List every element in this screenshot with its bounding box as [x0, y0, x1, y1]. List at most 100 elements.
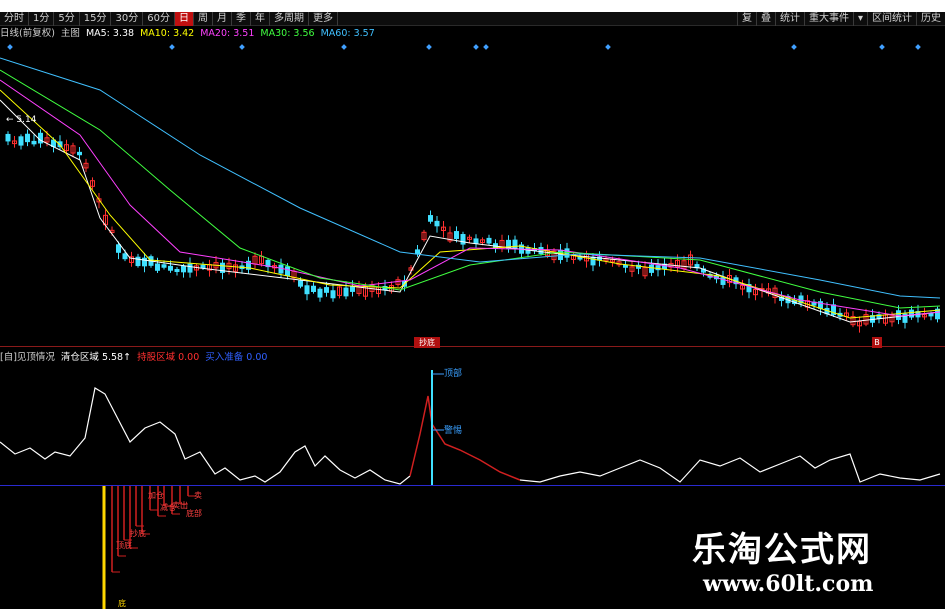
right-tools: 复叠统计 重大事件 ▾ 区间统计 历史 — [736, 12, 945, 26]
window-top-strip — [0, 0, 945, 12]
toolbar-button[interactable]: 重大事件 — [803, 12, 853, 26]
watermark-url: www.60lt.com — [703, 571, 874, 597]
candle — [304, 285, 310, 295]
signal-bar-label: 底部 — [186, 508, 202, 518]
candle — [5, 133, 11, 142]
candle — [415, 249, 420, 255]
signal-bar-label: 顶底 — [116, 540, 132, 550]
bottom-signal-flag: 抄底 — [414, 337, 440, 348]
candle — [512, 239, 518, 250]
indicator-line — [519, 453, 941, 483]
event-marker — [605, 44, 611, 50]
period-tab[interactable]: 周 — [194, 11, 213, 26]
candle — [343, 287, 349, 297]
panel-separator-1 — [0, 346, 945, 347]
ma-line — [0, 89, 941, 319]
signal-bar-label: 卖 — [194, 491, 202, 500]
indicator-chart[interactable] — [0, 364, 945, 485]
period-tab[interactable]: 年 — [251, 11, 270, 26]
candle — [909, 309, 914, 318]
event-markers-row — [7, 44, 921, 50]
period-tab[interactable]: 30分 — [111, 11, 144, 26]
event-marker — [239, 44, 245, 50]
ma-line — [0, 57, 941, 299]
candle — [473, 238, 479, 244]
candle — [38, 132, 43, 144]
candle — [454, 231, 459, 239]
ma-legend-item: MA10: 3.42 — [140, 28, 195, 39]
event-marker — [169, 44, 175, 50]
toolbar-button[interactable]: 复 — [736, 12, 756, 26]
candle — [564, 248, 570, 258]
toolbar-button[interactable]: 区间统计 — [867, 12, 916, 26]
indicator-legend-item: 买入准备 0.00 — [205, 352, 268, 363]
period-tab[interactable]: 多周期 — [270, 11, 309, 26]
period-tab[interactable]: 日 — [174, 11, 194, 26]
high-price-marker: ← 5.14 — [6, 115, 37, 125]
toolbar-button[interactable]: 历史 — [916, 12, 945, 26]
candle — [928, 313, 934, 317]
ma-legend: 日线(前复权) 主图 MA5: 3.38 MA10: 3.42 MA20: 3.51… — [0, 28, 375, 40]
event-marker — [791, 44, 797, 50]
candlestick-chart[interactable]: ← 5.14 — [0, 40, 945, 342]
period-tab[interactable]: 更多 — [309, 11, 338, 26]
candle — [311, 285, 316, 292]
candle — [324, 287, 329, 293]
toolbar-button[interactable]: ▾ — [852, 12, 867, 26]
period-tab[interactable]: 季 — [232, 11, 251, 26]
candle — [330, 290, 336, 299]
indicator-line — [0, 387, 411, 485]
ma-legend-item: MA30: 3.56 — [260, 28, 315, 39]
indicator-legend: [自]见顶情况 清仓区域 5.58↑ 持股区域 0.00 买入准备 0.00 — [0, 352, 267, 364]
toolbar-button[interactable]: 叠 — [755, 12, 775, 26]
indicator-title: [自]见顶情况 — [0, 352, 55, 363]
candle — [161, 264, 167, 268]
candle — [278, 264, 284, 274]
toolbar-button[interactable]: 统计 — [774, 12, 804, 26]
period-tabs: 分时 1分 5分 15分 30分 60分日周月季年多周期 更多 — [0, 11, 338, 26]
candle — [187, 263, 193, 273]
candle — [590, 256, 596, 266]
candle — [434, 220, 440, 227]
candle — [168, 265, 173, 271]
period-tab[interactable]: 5分 — [54, 11, 80, 26]
event-marker — [473, 44, 479, 50]
candle — [142, 257, 147, 267]
candle — [285, 266, 290, 276]
period-toolbar: 分时 1分 5分 15分 30分 60分日周月季年多周期 更多 复叠统计 重大事件 ▾ 区间统计历… — [0, 11, 945, 26]
period-tab[interactable]: 1分 — [29, 11, 55, 26]
peak-label: 顶部 — [444, 369, 463, 379]
candle — [298, 280, 303, 287]
event-marker — [7, 44, 13, 50]
candle — [181, 265, 186, 273]
candle — [18, 136, 24, 146]
candle — [649, 264, 654, 273]
period-tab[interactable]: 15分 — [80, 11, 112, 26]
candle — [122, 253, 128, 260]
ma-legend-item: MA60: 3.57 — [320, 28, 375, 39]
candle — [200, 264, 206, 269]
signal-bar-label: 加仓 — [148, 490, 164, 500]
event-marker — [483, 44, 489, 50]
period-tab[interactable]: 分时 — [0, 11, 29, 26]
indicator-legend-item: 清仓区域 5.58↑ — [60, 352, 132, 363]
candle — [77, 151, 82, 156]
ma-line — [0, 69, 941, 309]
chart-subject-label: 主图 — [60, 28, 80, 39]
candle — [623, 264, 628, 268]
warning-label: 警惕 — [444, 426, 463, 436]
candle — [116, 244, 121, 253]
candle — [31, 140, 37, 145]
ma-line — [0, 99, 941, 323]
signal-bar-label: 抄底 — [130, 528, 146, 538]
candle — [174, 268, 180, 272]
period-tab[interactable]: 月 — [213, 11, 232, 26]
period-tab[interactable]: 60分 — [143, 11, 175, 26]
candle — [317, 288, 323, 298]
signal-bar-label: 底 — [118, 598, 126, 608]
watermark-title: 乐淘公式网 — [692, 530, 872, 570]
chart-mode-label: 日线(前复权) — [0, 28, 55, 39]
indicator-legend-item: 持股区域 0.00 — [137, 352, 200, 363]
event-marker — [426, 44, 432, 50]
candle — [25, 133, 30, 143]
